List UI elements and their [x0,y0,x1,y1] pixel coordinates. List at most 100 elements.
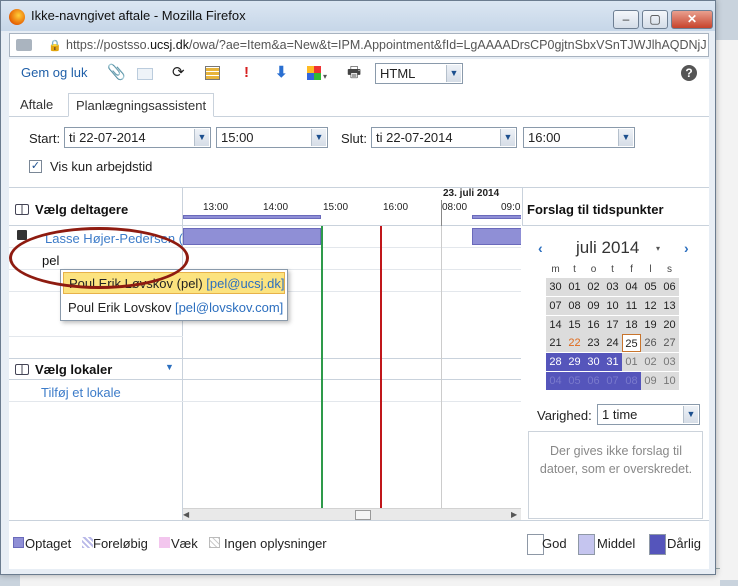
start-time-select[interactable]: 15:00 ▼ [216,127,328,148]
calendar-day[interactable]: 10 [660,372,679,390]
help-icon[interactable]: ? [681,65,697,81]
legend-bad-swatch [649,534,666,555]
chevron-down-icon: ▼ [683,406,698,423]
chevron-down-icon: ▼ [194,129,209,146]
calendar-day[interactable]: 05 [565,372,584,390]
print-icon[interactable]: 🖶 [347,65,361,81]
calendar-day[interactable]: 11 [622,296,641,315]
scroll-thumb[interactable] [355,510,371,520]
calendar-day[interactable]: 07 [603,372,622,390]
suggestions-pane: Forslag til tidspunkter ‹ juli 2014 ▾ › … [522,188,709,521]
calendar-day[interactable]: 02 [584,278,603,296]
weekday-label: s [667,264,672,275]
high-importance-icon[interactable]: ! [244,65,249,81]
close-button[interactable]: ✕ [671,10,713,29]
calendar-day[interactable]: 12 [641,296,660,315]
calendar-day[interactable]: 09 [641,372,660,390]
scroll-right-icon[interactable]: ▶ [511,510,521,519]
duration-value: 1 time [602,407,638,422]
calendar-day[interactable]: 04 [546,372,565,390]
time-form: Start: ti 22-07-2014 ▼ 15:00 ▼ Slut: ti 22… [9,117,709,187]
calendar-day[interactable]: 23 [584,334,603,353]
calendar-day[interactable]: 01 [622,353,641,372]
paperclip-icon[interactable]: 📎 [107,65,126,81]
calendar-day[interactable]: 14 [546,315,565,334]
calendar-day[interactable]: 08 [622,372,641,390]
address-book-icon [15,204,29,215]
calendar-day[interactable]: 07 [546,296,565,315]
annotation-ellipse [9,227,189,289]
legend-no-info-swatch [209,537,220,548]
calendar-day[interactable]: 21 [546,334,565,353]
calendar-day[interactable]: 09 [584,296,603,315]
weekday-label: m [551,264,560,275]
calendar-day[interactable]: 13 [660,296,679,315]
address-bar[interactable]: 🔒 https://postsso.ucsj.dk/owa/?ae=Item&a… [9,33,709,57]
tab-scheduling-assistant[interactable]: Planlægningsassistent [68,93,215,117]
url-text: https://postsso.ucsj.dk/owa/?ae=Item&a=N… [66,38,706,52]
calendar-day[interactable]: 30 [546,278,565,296]
calendar-day[interactable]: 31 [603,353,622,372]
address-book-icon [15,364,29,375]
chevron-down-icon: ▼ [618,129,633,146]
tab-bar: Aftale Planlægningsassistent [9,91,709,117]
calendar-day[interactable]: 03 [660,353,679,372]
calendar-icon[interactable] [205,66,220,80]
calendar-day[interactable]: 24 [603,334,622,353]
start-date-select[interactable]: ti 22-07-2014 ▼ [64,127,211,148]
calendar-day[interactable]: 20 [660,315,679,334]
calendar-day[interactable]: 18 [622,315,641,334]
calendar-day[interactable]: 15 [565,315,584,334]
calendar-month[interactable]: juli 2014 [576,238,639,258]
calendar-day[interactable]: 01 [565,278,584,296]
calendar-day[interactable]: 27 [660,334,679,353]
attendees-header[interactable]: Vælg deltagere [9,188,183,226]
calendar-day[interactable]: 22 [565,334,584,353]
end-time-select[interactable]: 16:00 ▼ [523,127,635,148]
invitation-icon[interactable] [137,68,153,80]
timeline-pane: 23. juli 2014 13:00 14:00 15:00 16:00 08… [183,188,521,521]
calendar-day[interactable]: 03 [603,278,622,296]
suggestion-email: [pel@ucsj.dk] [206,276,285,291]
next-month-icon[interactable]: › [684,240,689,256]
calendar-day[interactable]: 02 [641,353,660,372]
calendar-day[interactable]: 10 [603,296,622,315]
calendar-day[interactable]: 06 [584,372,603,390]
start-time-value: 15:00 [221,130,254,145]
prev-month-icon[interactable]: ‹ [538,240,543,256]
calendar-day[interactable]: 29 [565,353,584,372]
categories-icon[interactable] [307,66,321,80]
meeting-start-line [321,226,323,511]
suggestion-item[interactable]: Poul Erik Lovskov [pel@lovskov.com] [63,297,285,319]
maximize-button[interactable]: ▢ [642,10,668,29]
calendar-day[interactable]: 04 [622,278,641,296]
timeline-row [183,226,521,248]
format-select[interactable]: HTML ▼ [375,63,463,84]
calendar-day[interactable]: 17 [603,315,622,334]
duration-select[interactable]: 1 time ▼ [597,404,700,425]
end-date-select[interactable]: ti 22-07-2014 ▼ [371,127,517,148]
chevron-down-icon[interactable]: ▾ [656,244,660,253]
categories-dropdown-icon[interactable]: ▾ [323,69,327,85]
tab-appointment[interactable]: Aftale [13,93,60,117]
save-close-button[interactable]: Gem og luk [21,65,87,80]
calendar-day[interactable]: 26 [641,334,660,353]
worktime-checkbox[interactable]: ✓ [29,160,42,173]
recurrence-icon[interactable]: ⟳ [172,65,185,81]
rooms-header[interactable]: Vælg lokaler ▼ [9,358,183,380]
calendar-day[interactable]: 05 [641,278,660,296]
timeline-row [183,358,521,380]
calendar-day[interactable]: 28 [546,353,565,372]
calendar-day[interactable]: 16 [584,315,603,334]
calendar-day[interactable]: 08 [565,296,584,315]
calendar-day[interactable]: 06 [660,278,679,296]
suggestions-header: Forslag til tidspunkter [522,188,709,226]
calendar-day[interactable]: 19 [641,315,660,334]
add-room-link[interactable]: Tilføj et lokale [41,385,121,400]
minimize-button[interactable]: – [613,10,639,29]
scroll-left-icon[interactable]: ◀ [183,510,193,519]
end-date-value: ti 22-07-2014 [376,130,453,145]
low-importance-icon[interactable]: ⬇ [275,65,288,81]
calendar-day[interactable]: 25 [622,334,641,353]
calendar-day[interactable]: 30 [584,353,603,372]
